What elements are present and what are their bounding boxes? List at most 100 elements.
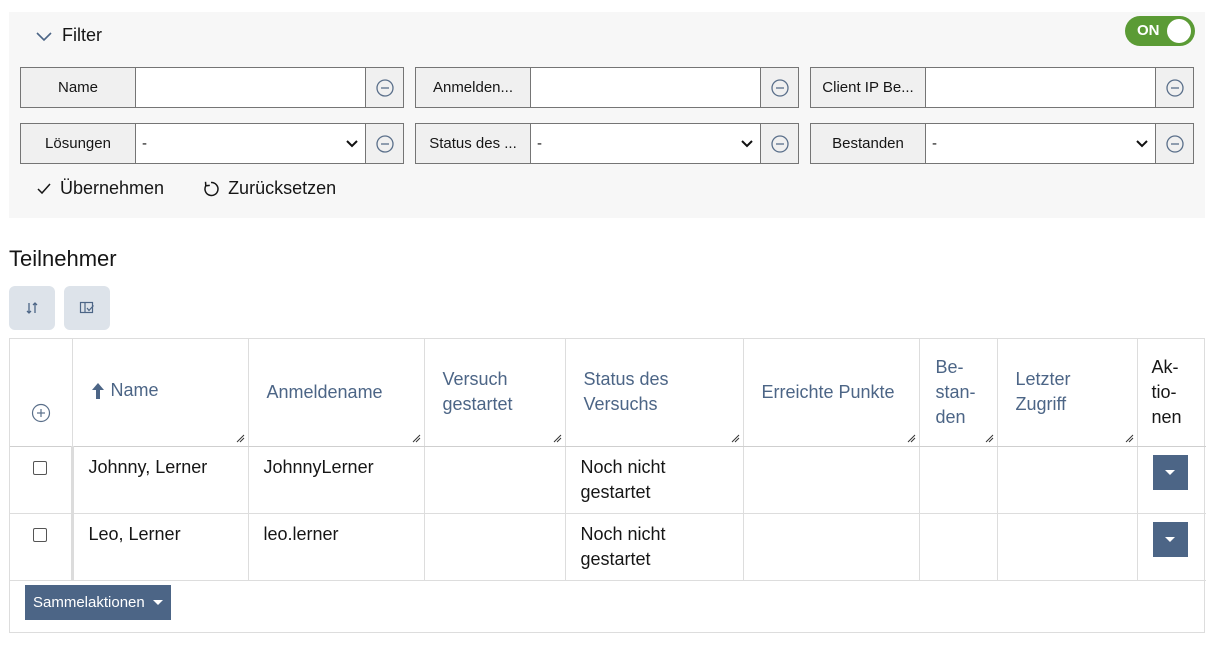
apply-filter-label: Übernehmen <box>60 178 165 198</box>
cell-login: leo.lerner <box>248 513 425 580</box>
sort-icon <box>26 302 38 314</box>
row-checkbox[interactable] <box>33 460 48 475</box>
filter-passed-label: Bestanden <box>811 124 926 163</box>
row-actions-dropdown-button[interactable] <box>1152 454 1188 490</box>
filter-name-label: Name <box>21 68 136 107</box>
cell-points <box>743 513 920 580</box>
resize-handle-icon[interactable] <box>1124 433 1134 443</box>
plus-circle-icon[interactable] <box>31 403 51 423</box>
filter-attempt-status-select[interactable]: - <box>531 124 760 163</box>
column-header-label: Ak-tio-nen <box>1151 356 1182 427</box>
filter-row-2: Lösungen - Status des ... - Bestanden - <box>20 123 1194 164</box>
table-header-row: Name Anmeldename Versuch gestartet Statu… <box>10 339 1206 447</box>
column-header-points[interactable]: Erreichte Punkte <box>743 339 920 447</box>
cell-attempt-started <box>424 513 566 580</box>
resize-handle-icon[interactable] <box>235 433 245 443</box>
switch-label: ON <box>1137 22 1160 39</box>
column-selection-button[interactable] <box>64 286 110 330</box>
column-header-attempt-status[interactable]: Status des Versuchs <box>565 339 744 447</box>
cell-actions <box>1137 446 1206 513</box>
row-actions-dropdown-button[interactable] <box>1152 521 1188 557</box>
caret-down-icon <box>152 600 163 605</box>
switch-knob <box>1167 19 1191 43</box>
reset-filter-label: Zurücksetzen <box>228 178 337 198</box>
cell-status: Noch nicht gestartet <box>565 513 744 580</box>
filter-on-off-switch[interactable]: ON <box>1125 16 1195 46</box>
remove-circle-icon[interactable] <box>760 68 798 107</box>
filter-solutions: Lösungen - <box>20 123 404 164</box>
select-value: - <box>537 135 542 152</box>
arrow-up-icon <box>91 382 104 399</box>
filter-toggle-label: Filter <box>62 25 102 45</box>
cell-passed <box>919 513 998 580</box>
filter-name: Name <box>20 67 404 108</box>
checkmark-icon <box>37 183 51 194</box>
filter-row-1: Name Anmelden... Client IP Be... <box>20 67 1194 108</box>
remove-circle-icon[interactable] <box>365 124 403 163</box>
column-header-label: Be-stan-den <box>935 356 976 427</box>
filter-passed-select[interactable]: - <box>926 124 1155 163</box>
page-title: Teilnehmer <box>9 246 117 271</box>
filter-client-ip: Client IP Be... <box>810 67 1194 108</box>
resize-handle-icon[interactable] <box>984 433 994 443</box>
cell-last-access <box>997 513 1138 580</box>
cell-last-access <box>997 446 1138 513</box>
row-select-cell <box>10 513 74 580</box>
resize-handle-icon[interactable] <box>906 433 916 443</box>
cell-status: Noch nicht gestartet <box>565 446 744 513</box>
filter-client-ip-label: Client IP Be... <box>811 68 926 107</box>
reset-icon <box>204 181 219 196</box>
column-header-login[interactable]: Anmeldename <box>248 339 425 447</box>
row-select-cell <box>10 446 74 513</box>
chevron-down-icon <box>346 139 358 147</box>
column-header-attempt-started[interactable]: Versuch gestartet <box>424 339 566 447</box>
cell-login: JohnnyLerner <box>248 446 425 513</box>
caret-down-icon <box>1165 536 1175 542</box>
remove-circle-icon[interactable] <box>1155 124 1193 163</box>
column-header-passed[interactable]: Be-stan-den <box>919 339 998 447</box>
filter-actions: Übernehmen Zurücksetzen <box>36 178 336 199</box>
column-header-label: Erreichte Punkte <box>761 381 895 402</box>
column-header-label: Letzter Zugriff <box>1015 369 1071 415</box>
cell-attempt-started <box>424 446 566 513</box>
filter-name-input[interactable] <box>136 68 365 107</box>
chevron-down-icon <box>741 139 753 147</box>
resize-handle-icon[interactable] <box>730 433 740 443</box>
cell-actions <box>1137 513 1206 580</box>
cell-name: Leo, Lerner <box>72 513 249 580</box>
filter-attempt-status: Status des ... - <box>415 123 799 164</box>
select-value: - <box>932 135 937 152</box>
apply-filter-button[interactable]: Übernehmen <box>36 178 164 199</box>
columns-icon <box>79 301 94 314</box>
chevron-down-icon <box>1136 139 1148 147</box>
sort-view-button[interactable] <box>9 286 55 330</box>
caret-down-icon <box>1165 469 1175 475</box>
filter-login-label: Anmelden... <box>416 68 531 107</box>
resize-handle-icon[interactable] <box>411 433 421 443</box>
column-header-label: Name <box>110 380 159 400</box>
column-header-name[interactable]: Name <box>72 339 249 447</box>
column-header-last-access[interactable]: Letzter Zugriff <box>997 339 1138 447</box>
filter-passed: Bestanden - <box>810 123 1194 164</box>
remove-circle-icon[interactable] <box>365 68 403 107</box>
column-header-label: Versuch gestartet <box>442 369 513 415</box>
table-row: Johnny, Lerner JohnnyLerner Noch nicht g… <box>10 446 1206 513</box>
bulk-actions-button[interactable]: Sammelaktionen <box>25 585 171 620</box>
filter-login-input[interactable] <box>531 68 760 107</box>
filter-login: Anmelden... <box>415 67 799 108</box>
remove-circle-icon[interactable] <box>760 124 798 163</box>
participants-table: Name Anmeldename Versuch gestartet Statu… <box>9 338 1206 633</box>
resize-handle-icon[interactable] <box>552 433 562 443</box>
row-checkbox[interactable] <box>33 527 48 542</box>
select-all-header <box>10 339 73 447</box>
filter-client-ip-input[interactable] <box>926 68 1155 107</box>
bulk-actions-label: Sammelaktionen <box>33 594 145 611</box>
column-header-label: Anmeldename <box>266 381 383 402</box>
filter-solutions-select[interactable]: - <box>136 124 365 163</box>
filter-toggle[interactable]: Filter <box>35 25 102 46</box>
reset-filter-button[interactable]: Zurücksetzen <box>202 178 336 199</box>
column-header-label: Status des Versuchs <box>583 369 669 415</box>
column-header-actions: Ak-tio-nen <box>1137 339 1206 447</box>
filter-solutions-label: Lösungen <box>21 124 136 163</box>
remove-circle-icon[interactable] <box>1155 68 1193 107</box>
